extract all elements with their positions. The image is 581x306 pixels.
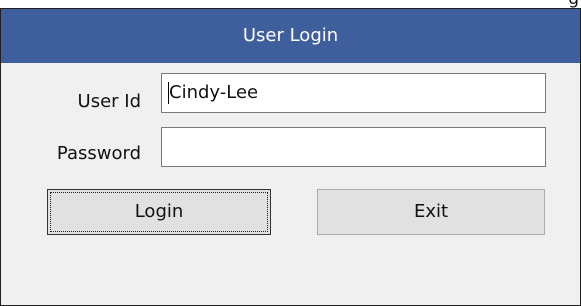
focus-ring [50,192,268,232]
login-button[interactable]: Login [47,189,271,235]
text-caret [168,82,169,104]
user-id-label: User Id [77,91,141,112]
login-window: User Login User Id Cindy-Lee Password Lo… [0,8,581,306]
user-id-value: Cindy-Lee [169,82,259,103]
password-label: Password [56,143,141,164]
partial-background-text: g [568,0,579,8]
password-input[interactable] [161,127,546,167]
title-bar[interactable]: User Login [1,9,580,63]
exit-button[interactable]: Exit [317,189,545,235]
background-strip: g [0,0,581,8]
window-title: User Login [242,25,339,46]
user-id-input[interactable]: Cindy-Lee [161,73,546,113]
exit-button-label: Exit [413,201,449,222]
